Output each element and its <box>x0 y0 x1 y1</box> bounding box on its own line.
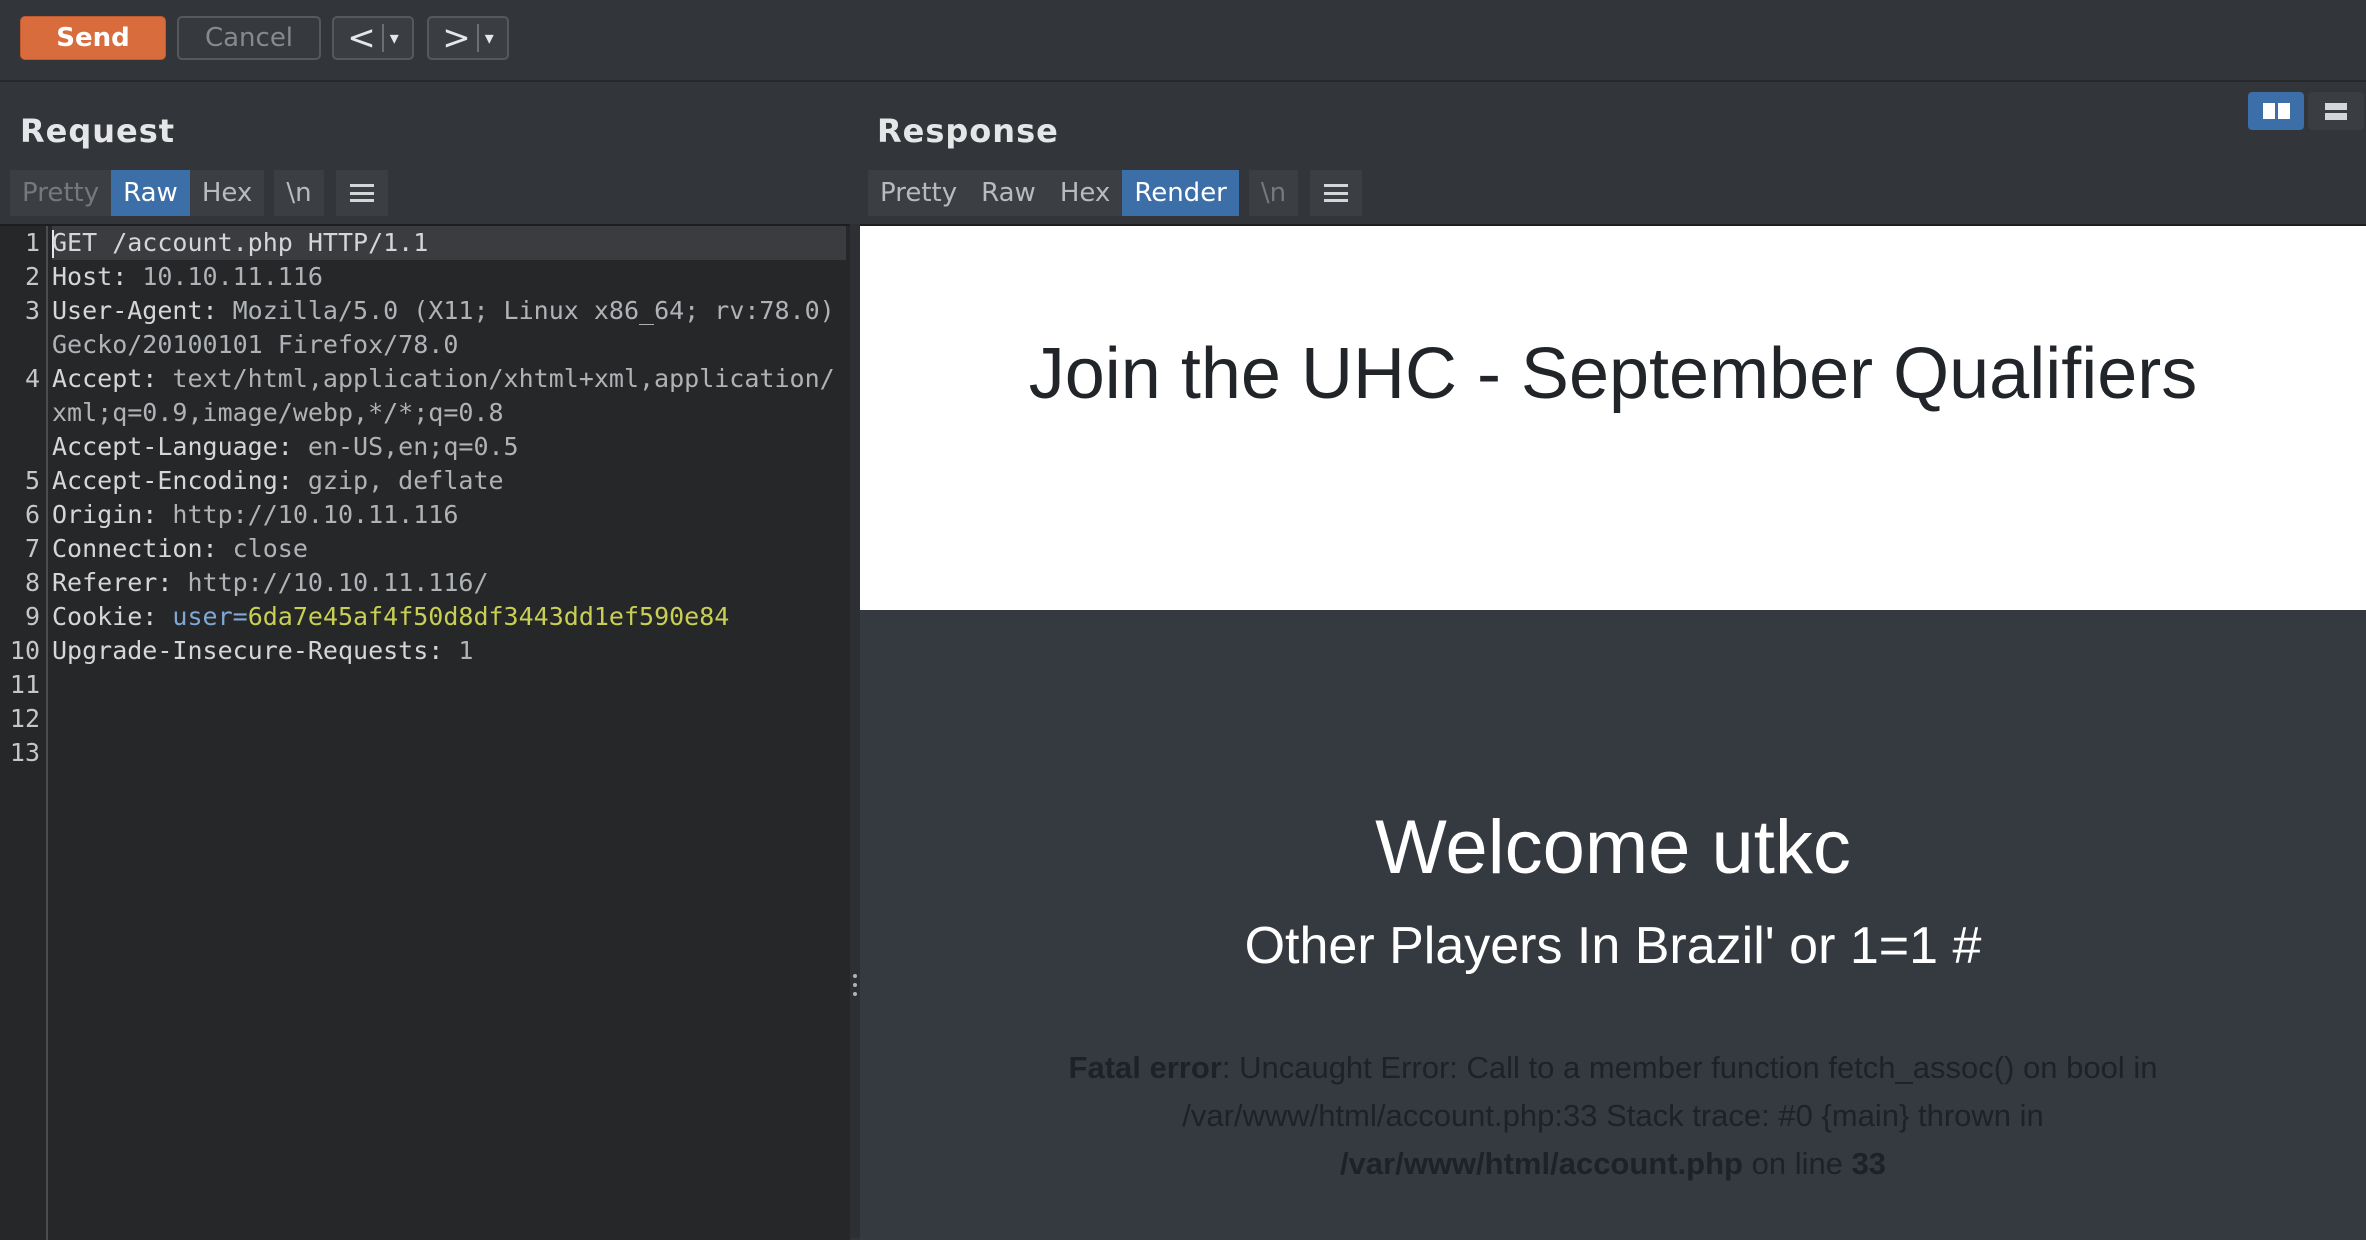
tab-hex[interactable]: Hex <box>189 170 265 216</box>
welcome-heading: Welcome utkc <box>1375 805 1851 890</box>
header-value: en-US,en;q=0.5 <box>292 432 519 461</box>
line-number: 5 <box>24 466 40 495</box>
request-line[interactable]: ​ <box>52 668 846 702</box>
header-name: Upgrade-Insecure-Requests: <box>52 636 444 665</box>
hamburger-icon <box>349 184 374 202</box>
request-line[interactable]: Accept-Language: en-US,en;q=0.5 <box>52 430 846 464</box>
tab-render[interactable]: Render <box>1122 170 1239 216</box>
fatal-error-file: /var/www/html/account.php <box>1339 1146 1743 1181</box>
header-name: User-Agent: <box>52 296 218 325</box>
request-line[interactable]: ​ <box>52 702 846 736</box>
fatal-error-online: on line <box>1742 1146 1852 1181</box>
side-by-side-layout-button[interactable] <box>2248 92 2304 130</box>
response-title: Response <box>877 112 1059 150</box>
request-line-text: GET /account.php HTTP/1.1 <box>52 228 429 257</box>
newline-toggle[interactable]: \n <box>1248 170 1299 216</box>
pane-splitter[interactable] <box>850 224 860 1238</box>
request-menu-button[interactable] <box>335 170 388 216</box>
header-name: Accept-Language: <box>52 432 293 461</box>
request-editor[interactable]: 1 2 3 4 5 6 7 8 9 10 11 12 13 GET /accou… <box>0 224 850 1240</box>
request-code[interactable]: GET /account.php HTTP/1.1 Host: 10.10.11… <box>52 226 846 736</box>
header-name: Origin: <box>52 500 158 529</box>
request-tabs: Pretty Raw Hex \n <box>10 170 388 216</box>
header-value: 10.10.11.116 <box>127 262 323 291</box>
line-numbers: 1 2 3 4 5 6 7 8 9 10 11 12 13 <box>0 226 48 1240</box>
header-value: close <box>217 534 308 563</box>
tab-hex[interactable]: Hex <box>1047 170 1123 216</box>
forward-button[interactable]: > ▾ <box>427 16 509 60</box>
line-number: 8 <box>24 568 40 597</box>
header-separator <box>157 602 172 631</box>
divider <box>476 24 479 52</box>
request-line[interactable]: User-Agent: Mozilla/5.0 (X11; Linux x86_… <box>52 294 846 362</box>
chevron-left-icon: < <box>347 18 376 58</box>
line-number: 3 <box>24 296 40 325</box>
header-name: Host: <box>52 262 128 291</box>
header-value: http://10.10.11.116 <box>157 500 459 529</box>
layout-toggles <box>2248 92 2364 130</box>
render-view: Join the UHC - September Qualifiers Welc… <box>860 224 2366 1240</box>
rows-icon <box>2325 102 2347 120</box>
chevron-down-icon[interactable]: ▾ <box>390 28 399 49</box>
header-name: Connection: <box>52 534 218 563</box>
header-value: text/html,application/xhtml+xml,applicat… <box>52 364 835 427</box>
request-line[interactable]: Accept-Encoding: gzip, deflate <box>52 464 846 498</box>
hamburger-icon <box>1324 184 1349 202</box>
line-number: 10 <box>9 636 40 665</box>
line-number: 9 <box>24 602 40 631</box>
line-number: 12 <box>9 704 40 733</box>
request-line[interactable]: Accept: text/html,application/xhtml+xml,… <box>52 362 846 430</box>
header-value: http://10.10.11.116/ <box>172 568 489 597</box>
request-line[interactable]: GET /account.php HTTP/1.1 <box>52 226 846 260</box>
fatal-error-message: Fatal error: Uncaught Error: Call to a m… <box>1060 1044 2166 1188</box>
send-button[interactable]: Send <box>20 16 166 60</box>
header-name: Cookie: <box>52 602 158 631</box>
header-value: gzip, deflate <box>292 466 504 495</box>
line-number: 6 <box>24 500 40 529</box>
request-line[interactable]: Referer: http://10.10.11.116/ <box>52 566 846 600</box>
request-line[interactable]: Cookie: user=6da7e45af4f50d8df3443dd1ef5… <box>52 600 846 634</box>
line-number: 2 <box>24 262 40 291</box>
header-value: 1 <box>443 636 474 665</box>
stacked-layout-button[interactable] <box>2308 92 2364 130</box>
cancel-button[interactable]: Cancel <box>177 16 321 60</box>
header-name: Accept: <box>52 364 158 393</box>
drag-handle-icon <box>853 974 857 1001</box>
render-header: Join the UHC - September Qualifiers <box>860 226 2366 610</box>
line-number: 11 <box>9 670 40 699</box>
request-line[interactable]: Origin: http://10.10.11.116 <box>52 498 846 532</box>
line-number: 7 <box>24 534 40 563</box>
cookie-name: user= <box>172 602 248 631</box>
line-number: 13 <box>9 738 40 767</box>
tab-pretty[interactable]: Pretty <box>10 170 112 216</box>
players-heading: Other Players In Brazil' or 1=1 # <box>1244 917 1982 975</box>
newline-toggle[interactable]: \n <box>274 170 324 216</box>
request-line[interactable]: Connection: close <box>52 532 846 566</box>
response-menu-button[interactable] <box>1310 170 1363 216</box>
back-button[interactable]: < ▾ <box>332 16 414 60</box>
header-name: Referer: <box>52 568 173 597</box>
chevron-right-icon: > <box>442 18 471 58</box>
cookie-value: 6da7e45af4f50d8df3443dd1ef590e84 <box>247 602 730 631</box>
line-number: 4 <box>24 364 40 393</box>
chevron-down-icon[interactable]: ▾ <box>485 28 494 49</box>
tab-raw[interactable]: Raw <box>969 170 1048 216</box>
fatal-error-line: 33 <box>1851 1146 1887 1181</box>
toolbar: Send Cancel < ▾ > ▾ <box>0 0 2366 82</box>
request-title: Request <box>20 112 176 150</box>
request-line[interactable]: Upgrade-Insecure-Requests: 1 <box>52 634 846 668</box>
tab-raw[interactable]: Raw <box>111 170 190 216</box>
header-name: Accept-Encoding: <box>52 466 293 495</box>
columns-icon <box>2262 103 2290 119</box>
tab-pretty[interactable]: Pretty <box>868 170 970 216</box>
fatal-error-text: : Uncaught Error: Call to a member funct… <box>1182 1050 2158 1133</box>
response-tabs: Pretty Raw Hex Render \n <box>868 170 1363 216</box>
page-title: Join the UHC - September Qualifiers <box>1028 334 2198 414</box>
request-line[interactable]: Host: 10.10.11.116 <box>52 260 846 294</box>
divider <box>381 24 384 52</box>
fatal-error-label: Fatal error <box>1068 1050 1222 1085</box>
line-number: 1 <box>24 228 40 257</box>
